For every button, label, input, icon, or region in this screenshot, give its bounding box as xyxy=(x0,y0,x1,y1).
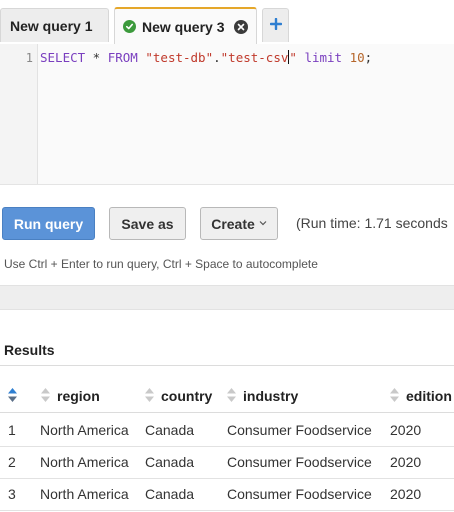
tab-new-query-1[interactable]: New query 1 xyxy=(0,8,109,42)
sql-keyword: limit xyxy=(304,50,343,65)
column-header-region[interactable]: region xyxy=(57,388,100,404)
cell-country: Canada xyxy=(145,422,195,438)
sql-keyword: FROM xyxy=(107,50,138,65)
cell-edition: 2020 xyxy=(390,454,422,470)
chevron-down-icon xyxy=(259,218,267,229)
save-as-button[interactable]: Save as xyxy=(109,207,186,240)
sort-icon[interactable] xyxy=(41,388,50,407)
sql-keyword: SELECT xyxy=(40,50,86,65)
create-dropdown-button[interactable]: Create xyxy=(200,207,278,240)
sql-string: "test-csv xyxy=(220,50,289,65)
section-divider xyxy=(0,285,454,310)
run-time-text: (Run time: 1.71 seconds xyxy=(296,215,448,231)
sort-icon-active[interactable] xyxy=(8,388,17,407)
sql-token: * xyxy=(85,50,108,65)
sort-icon[interactable] xyxy=(390,388,399,407)
cell-industry: Consumer Foodservice xyxy=(227,486,372,502)
cell-country: Canada xyxy=(145,486,195,502)
add-tab-button[interactable] xyxy=(262,8,289,42)
row-number: 3 xyxy=(8,486,16,502)
close-icon[interactable] xyxy=(234,19,249,34)
cell-region: North America xyxy=(40,422,129,438)
cell-edition: 2020 xyxy=(390,422,422,438)
sql-string: " xyxy=(289,50,297,65)
cell-industry: Consumer Foodservice xyxy=(227,454,372,470)
cell-region: North America xyxy=(40,486,129,502)
column-header-edition[interactable]: edition xyxy=(406,388,452,404)
cell-industry: Consumer Foodservice xyxy=(227,422,372,438)
run-query-button[interactable]: Run query xyxy=(2,207,95,240)
run-query-label: Run query xyxy=(13,215,84,232)
query-tab-bar: New query 1 New query 3 xyxy=(0,0,454,44)
table-row: 2 North America Canada Consumer Foodserv… xyxy=(0,446,454,479)
row-number: 2 xyxy=(8,454,16,470)
keyboard-hint: Use Ctrl + Enter to run query, Ctrl + Sp… xyxy=(4,257,318,271)
table-header-row: region country industry edition xyxy=(0,380,454,413)
results-heading: Results xyxy=(4,342,55,358)
sql-number: 10 xyxy=(349,50,365,65)
save-as-label: Save as xyxy=(121,215,174,232)
row-number: 1 xyxy=(8,422,16,438)
query-code-line[interactable]: SELECT * FROM "test-db"."test-csv" limit… xyxy=(40,50,372,66)
line-number: 1 xyxy=(25,51,33,65)
cell-country: Canada xyxy=(145,454,195,470)
sql-token: . xyxy=(213,50,221,65)
sort-icon[interactable] xyxy=(145,388,154,407)
table-row: 1 North America Canada Consumer Foodserv… xyxy=(0,414,454,447)
cell-edition: 2020 xyxy=(390,486,422,502)
query-editor[interactable]: 1 SELECT * FROM "test-db"."test-csv" lim… xyxy=(0,44,454,185)
cell-region: North America xyxy=(40,454,129,470)
column-header-country[interactable]: country xyxy=(161,388,212,404)
divider xyxy=(0,365,454,366)
sql-string: "test-db" xyxy=(145,50,214,65)
sort-icon[interactable] xyxy=(227,388,236,407)
tab-label: New query 3 xyxy=(142,19,225,35)
plus-icon xyxy=(269,17,282,35)
create-label: Create xyxy=(211,215,255,232)
tab-label: New query 1 xyxy=(10,17,93,34)
column-header-industry[interactable]: industry xyxy=(243,388,298,404)
table-row: 3 North America Canada Consumer Foodserv… xyxy=(0,478,454,511)
line-gutter: 1 xyxy=(0,44,38,184)
sql-token: ; xyxy=(364,50,373,65)
tab-new-query-3[interactable]: New query 3 xyxy=(114,7,257,44)
check-icon xyxy=(123,20,136,33)
